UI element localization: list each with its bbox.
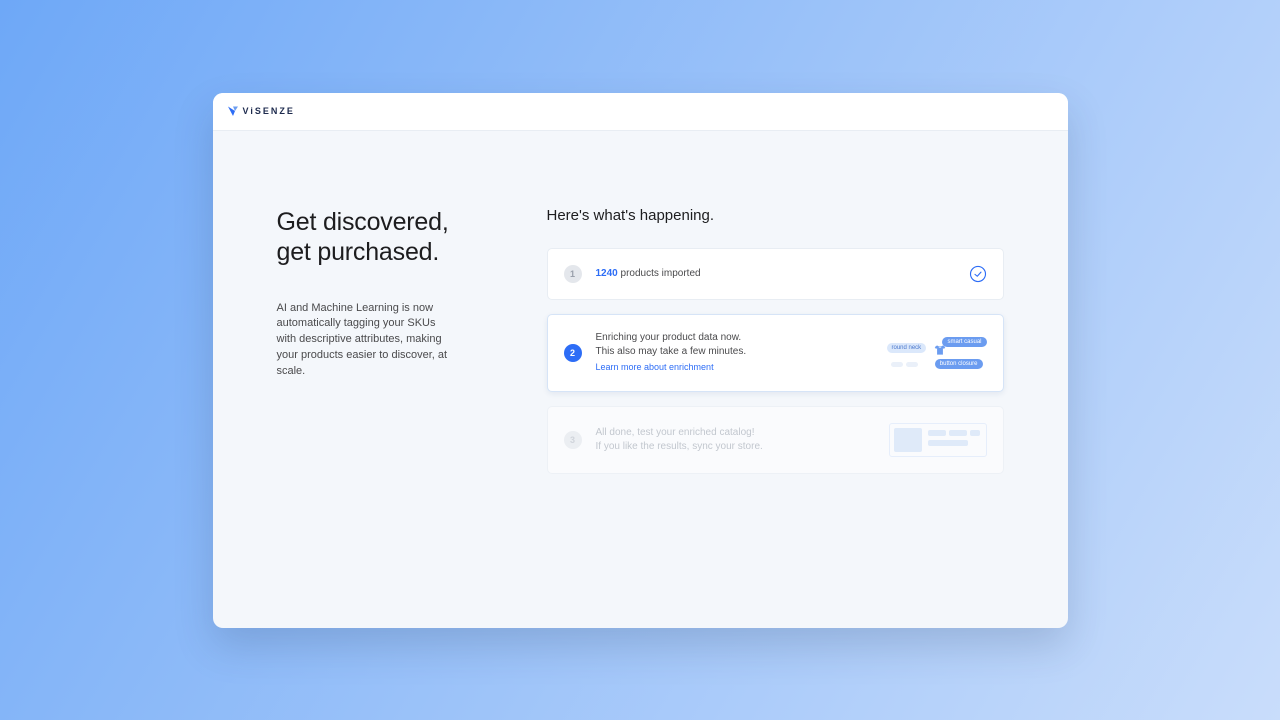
done-line-2: If you like the results, sync your store… xyxy=(596,440,889,454)
step-card-imported: 1 1240 products imported xyxy=(547,248,1004,300)
catalog-illustration xyxy=(889,423,987,457)
hero-column: Get discovered, get purchased. AI and Ma… xyxy=(277,207,487,488)
step-done-body: All done, test your enriched catalog! If… xyxy=(596,426,889,454)
attribute-tag: round neck xyxy=(887,343,927,353)
app-window: ViSENZE Get discovered, get purchased. A… xyxy=(213,93,1068,628)
imported-count: 1240 xyxy=(596,268,618,279)
enriching-line-1: Enriching your product data now. xyxy=(596,331,887,345)
step-number-badge: 3 xyxy=(564,431,582,449)
enrichment-illustration: round neck smart casual button closure xyxy=(887,337,987,369)
catalog-lines xyxy=(928,428,982,452)
step-number-badge: 1 xyxy=(564,265,582,283)
content-area: Get discovered, get purchased. AI and Ma… xyxy=(213,131,1068,488)
headline-line-1: Get discovered, xyxy=(277,208,449,236)
shirt-icon xyxy=(933,343,947,357)
step-enriching-body: Enriching your product data now. This al… xyxy=(596,331,887,375)
step-imported-body: 1240 products imported xyxy=(596,267,959,281)
placeholder-dots xyxy=(891,362,918,367)
step-card-enriching: 2 Enriching your product data now. This … xyxy=(547,314,1004,392)
attribute-tag: smart casual xyxy=(942,337,986,347)
status-column: Here's what's happening. 1 1240 products… xyxy=(547,207,1004,488)
hero-headline: Get discovered, get purchased. xyxy=(277,207,487,267)
headline-line-2: get purchased. xyxy=(277,238,440,266)
status-heading: Here's what's happening. xyxy=(547,207,1004,224)
brand-name: ViSENZE xyxy=(243,106,295,116)
hero-subcopy: AI and Machine Learning is now automatic… xyxy=(277,301,457,381)
check-circle-icon xyxy=(969,265,987,283)
step-number-badge: 2 xyxy=(564,344,582,362)
attribute-tag: button closure xyxy=(935,359,983,369)
step-card-done: 3 All done, test your enriched catalog! … xyxy=(547,406,1004,474)
enriching-line-2: This also may take a few minutes. xyxy=(596,345,887,359)
app-header: ViSENZE xyxy=(213,93,1068,131)
imported-label: products imported xyxy=(621,268,701,279)
learn-more-link[interactable]: Learn more about enrichment xyxy=(596,361,714,374)
catalog-thumb xyxy=(894,428,922,452)
brand-logo: ViSENZE xyxy=(227,105,295,117)
done-line-1: All done, test your enriched catalog! xyxy=(596,426,889,440)
brand-mark-icon xyxy=(227,105,239,117)
